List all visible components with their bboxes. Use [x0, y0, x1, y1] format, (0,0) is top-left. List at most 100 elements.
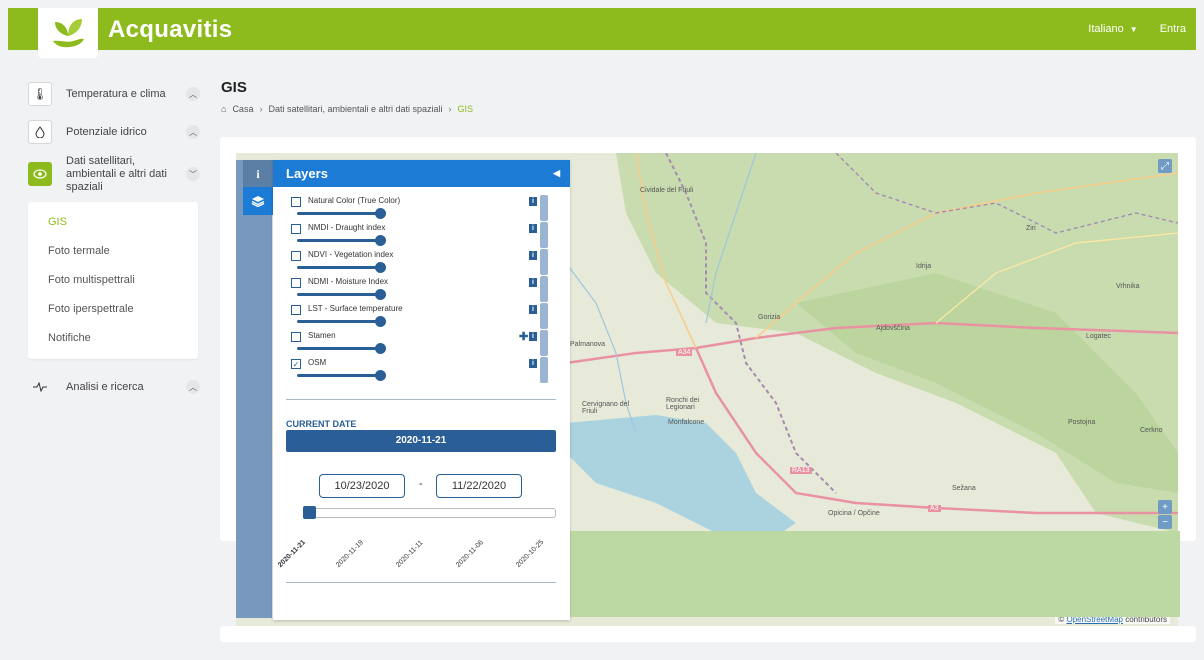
opacity-slider-handle[interactable]: [375, 262, 386, 273]
info-icon[interactable]: i: [529, 197, 537, 206]
road-badge: A3: [928, 505, 941, 512]
submenu-item-thermal-photo[interactable]: Foto termale: [28, 237, 198, 266]
opacity-slider-handle[interactable]: [375, 316, 386, 327]
map-label: Palmanova: [570, 341, 606, 348]
layer-checkbox[interactable]: [291, 251, 301, 261]
layer-order-control[interactable]: [540, 330, 548, 356]
opacity-slider[interactable]: [297, 320, 385, 323]
breadcrumb-section[interactable]: Dati satellitari, ambientali e altri dat…: [268, 104, 442, 114]
layer-row: LST - Surface temperature i: [291, 303, 553, 329]
breadcrumb-home[interactable]: Casa: [232, 104, 253, 114]
language-selector[interactable]: Italiano ▼: [1088, 23, 1137, 35]
layer-order-control[interactable]: [540, 303, 548, 329]
chevron-up-icon[interactable]: ︿: [186, 87, 200, 101]
collapse-panel-icon[interactable]: ◀: [553, 160, 560, 187]
opacity-slider[interactable]: [297, 239, 385, 242]
thermometer-icon: 🌡: [28, 82, 52, 106]
info-icon[interactable]: i: [529, 224, 537, 233]
submenu-item-notifications[interactable]: Notifiche: [28, 324, 198, 353]
logo[interactable]: [38, 8, 98, 58]
date-range-separator: -: [419, 478, 423, 490]
layer-checkbox[interactable]: [291, 305, 301, 315]
fullscreen-icon[interactable]: ⤢: [1158, 159, 1172, 173]
opacity-slider-handle[interactable]: [375, 235, 386, 246]
layer-order-control[interactable]: [540, 195, 548, 221]
layers-panel: Layers ◀ Natural Color (True Color) i NM…: [273, 160, 570, 620]
layer-name: NDVI - Vegetation index: [308, 250, 394, 259]
opacity-slider-handle[interactable]: [375, 208, 386, 219]
brand-name: Acquavitis: [108, 16, 233, 43]
layer-checkbox-checked[interactable]: ✓: [291, 359, 301, 369]
opacity-slider[interactable]: [297, 266, 385, 269]
timeline-tick: 2020-11-06: [455, 539, 485, 569]
info-icon[interactable]: i: [529, 332, 537, 341]
date-to-input[interactable]: 11/22/2020: [436, 474, 522, 498]
submenu-item-gis[interactable]: GIS: [28, 208, 198, 237]
opacity-slider-handle[interactable]: [375, 289, 386, 300]
zoom-out-button[interactable]: −: [1158, 515, 1172, 529]
info-icon[interactable]: i: [529, 251, 537, 260]
add-layer-icon[interactable]: ✚: [519, 330, 528, 343]
sidebar-item-label: Potenziale idrico: [66, 125, 147, 138]
zoom-in-button[interactable]: +: [1158, 500, 1172, 514]
info-tab-icon[interactable]: i: [243, 160, 273, 188]
layer-name: LST - Surface temperature: [308, 304, 403, 313]
layers-tab-icon[interactable]: [243, 187, 273, 215]
info-icon[interactable]: i: [529, 278, 537, 287]
sidebar-item-satellite-data[interactable]: Dati satellitari, ambientali e altri dat…: [28, 155, 200, 193]
droplet-icon: [28, 120, 52, 144]
divider: [286, 582, 556, 583]
layer-checkbox[interactable]: [291, 278, 301, 288]
chevron-right-icon: ›: [259, 104, 263, 114]
breadcrumb: ⌂ Casa › Dati satellitari, ambientali e …: [221, 104, 473, 114]
page-title: GIS: [221, 79, 247, 96]
date-from-input[interactable]: 10/23/2020: [319, 474, 405, 498]
layer-order-control[interactable]: [540, 357, 548, 383]
map-label: Vrhnika: [1116, 283, 1140, 290]
layer-order-control[interactable]: [540, 222, 548, 248]
layer-checkbox[interactable]: [291, 224, 301, 234]
top-bar: Acquavitis Italiano ▼ Entra: [8, 8, 1196, 58]
map-label: Ronchi dei Legionari: [666, 397, 700, 411]
chevron-down-icon[interactable]: ﹀: [186, 167, 200, 181]
layer-name: Stamen: [308, 331, 336, 340]
layer-order-control[interactable]: [540, 249, 548, 275]
info-icon[interactable]: i: [529, 305, 537, 314]
timeline-slider[interactable]: [303, 508, 556, 518]
info-icon[interactable]: i: [529, 359, 537, 368]
layer-name: NMDI - Draught index: [308, 223, 386, 232]
map-label: Sežana: [952, 485, 976, 492]
timeline-slider-handle[interactable]: [303, 506, 316, 519]
submenu-item-hyperspectral-photo[interactable]: Foto iperspettrale: [28, 295, 198, 324]
map-label: Monfalcone: [668, 419, 705, 426]
sidebar-item-water-potential[interactable]: Potenziale idrico ︿: [28, 118, 200, 146]
current-date-value: 2020-11-21: [286, 430, 556, 452]
sidebar-item-temperature[interactable]: 🌡 Temperatura e clima ︿: [28, 80, 200, 108]
submenu-item-multispectral-photo[interactable]: Foto multispettrali: [28, 266, 198, 295]
layer-row: NDVI - Vegetation index i: [291, 249, 553, 275]
sidebar: 🌡 Temperatura e clima ︿ Potenziale idric…: [28, 80, 200, 411]
layer-name: OSM: [308, 358, 327, 367]
chevron-right-icon: ›: [448, 104, 452, 114]
road-badge: RA13: [790, 467, 812, 474]
layer-order-control[interactable]: [540, 276, 548, 302]
layer-checkbox[interactable]: [291, 332, 301, 342]
opacity-slider[interactable]: [297, 212, 385, 215]
timeline-tick: 2020-11-11: [395, 539, 425, 569]
opacity-slider[interactable]: [297, 374, 385, 377]
login-link[interactable]: Entra: [1160, 23, 1186, 35]
layer-checkbox[interactable]: [291, 197, 301, 207]
map-label: Cervignano del Friuli: [582, 401, 630, 415]
opacity-slider-handle[interactable]: [375, 370, 386, 381]
map-label: Gorizia: [758, 314, 781, 321]
chevron-up-icon[interactable]: ︿: [186, 380, 200, 394]
divider: [286, 399, 556, 400]
timeline-tick: 2020-11-21: [277, 538, 307, 569]
map-label: Ajdovščina: [876, 325, 910, 332]
opacity-slider-handle[interactable]: [375, 343, 386, 354]
chevron-up-icon[interactable]: ︿: [186, 125, 200, 139]
opacity-slider[interactable]: [297, 347, 385, 350]
sidebar-item-analysis[interactable]: Analisi e ricerca ︿: [28, 373, 200, 401]
opacity-slider[interactable]: [297, 293, 385, 296]
map-label: Cerkno: [1140, 427, 1163, 434]
